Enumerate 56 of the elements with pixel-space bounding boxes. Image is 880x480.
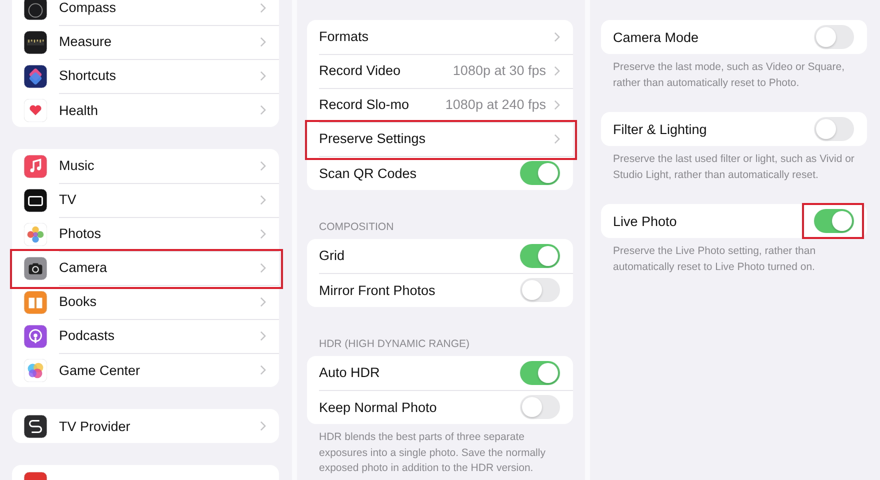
settings-row[interactable]: Health	[12, 93, 279, 127]
row-label: Camera Mode	[613, 30, 699, 44]
settings-row[interactable]: Keep Normal Photo	[307, 390, 573, 424]
settings-row[interactable]: Podcasts	[12, 319, 279, 353]
row-label: Books	[59, 294, 97, 309]
settings-row[interactable]: Record Video 1080p at 30 fps	[307, 54, 573, 88]
section-footer: Preserve the Live Photo setting, rather than automatically reset to Live Photo turned on.	[601, 238, 867, 275]
settings-row[interactable]: Music	[12, 149, 279, 183]
settings-row[interactable]: Measure	[12, 25, 279, 59]
row-label: Shortcuts	[59, 68, 116, 83]
row-label: Podcasts	[59, 328, 115, 343]
row-label: Filter & Lighting	[613, 122, 707, 136]
settings-row[interactable]: Preserve Settings	[307, 122, 573, 156]
settings-row[interactable]: TV Provider	[12, 409, 279, 443]
row-label: Photos	[59, 226, 102, 241]
row-label: Game Center	[59, 362, 140, 378]
row-label: Formats	[319, 29, 369, 44]
settings-row[interactable]: Camera Mode	[601, 20, 867, 54]
section-footer: HDR blends the best parts of three separate exposures into a single photo. Save the normally exposed photo in addition to the HDR version.	[307, 424, 573, 476]
settings-row[interactable]: Record Slo-mo 1080p at 240 fps	[307, 88, 573, 122]
section-footer: Preserve the last used filter or light, such as Vivid or Studio Light, rather than automatically reset.	[601, 146, 867, 183]
settings-row[interactable]: TV	[12, 183, 279, 217]
row-label: Camera	[59, 260, 108, 275]
settings-row[interactable]: Grid	[307, 239, 573, 273]
row-label: Compass	[59, 0, 116, 15]
row-label: Music	[59, 158, 94, 173]
settings-row[interactable]: Compass	[12, 0, 279, 25]
settings-row[interactable]: Scan QR Codes	[307, 156, 573, 190]
section-header: HDR (HIGH DYNAMIC RANGE)	[318, 337, 471, 352]
row-label: Keep Normal Photo	[319, 400, 437, 414]
row-label: TV	[59, 192, 76, 207]
row-label: Mirror Front Photos	[319, 282, 436, 298]
row-label: TV Provider	[59, 418, 130, 434]
section-header: COMPOSITION	[318, 220, 395, 235]
settings-row[interactable]: Game Center	[12, 353, 279, 387]
row-label: Scan QR Codes	[319, 166, 417, 180]
settings-row[interactable]: Filter & Lighting	[601, 112, 867, 146]
settings-row[interactable]: Live Photo	[601, 204, 867, 238]
row-label: Live Photo	[613, 214, 677, 228]
section-footer: Preserve the last mode, such as Video or Square, rather than automatically reset to Photo.	[601, 54, 867, 91]
row-label: Preserve Settings	[319, 131, 426, 146]
settings-row[interactable]: Books	[12, 285, 279, 319]
row-label: Health	[59, 102, 98, 118]
settings-row[interactable]: Shortcuts	[12, 59, 279, 93]
settings-row[interactable]: Camera	[12, 251, 279, 285]
row-label: Auto HDR	[319, 365, 380, 380]
row-label: Measure	[59, 34, 112, 49]
row-label: Grid	[319, 248, 345, 263]
row-label: Record Slo-mo	[319, 97, 410, 112]
settings-row[interactable]: Photos	[12, 217, 279, 251]
settings-row[interactable]: Auto HDR	[307, 356, 573, 390]
settings-row[interactable]: Formats	[307, 20, 573, 54]
row-value: 1080p at 30 fps	[452, 63, 546, 78]
row-value: 1080p at 240 fps	[445, 97, 546, 112]
row-label: Record Video	[319, 63, 401, 78]
settings-row[interactable]: Mirror Front Photos	[307, 273, 573, 307]
